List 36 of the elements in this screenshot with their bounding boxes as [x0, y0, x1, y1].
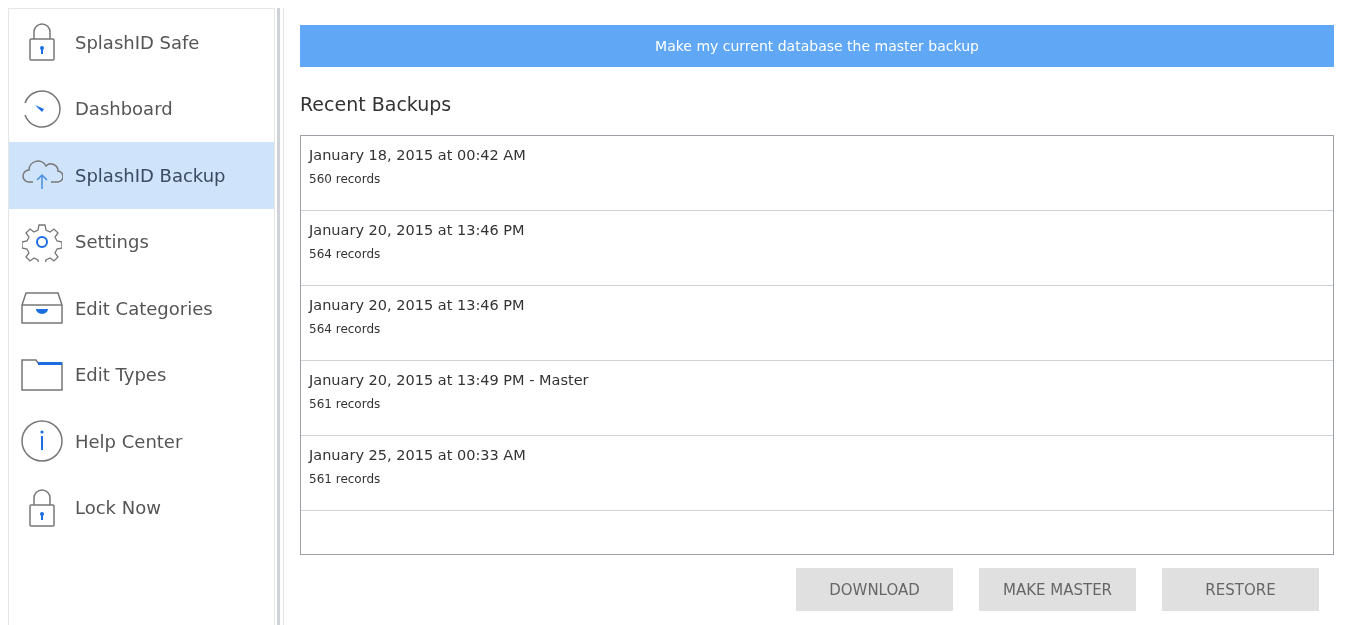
sidebar-item[interactable]: Edit Types [9, 341, 274, 408]
info-icon [20, 419, 64, 464]
panel-splitter[interactable] [277, 8, 284, 625]
action-button[interactable]: MAKE MASTER [979, 568, 1136, 611]
folder-icon [20, 357, 64, 392]
record-count: 564 records [309, 247, 381, 261]
gear-icon [22, 221, 62, 262]
backup-row[interactable]: January 20, 2015 at 13:46 PM 564 records [301, 286, 1333, 361]
record-count: 564 records [309, 322, 381, 336]
backup-date: January 18, 2015 at 00:42 AM [309, 147, 526, 163]
tray-icon [20, 291, 64, 326]
backup-date: January 20, 2015 at 13:46 PM [309, 222, 525, 238]
sidebar-item[interactable]: Settings [9, 208, 274, 275]
backup-row[interactable]: January 18, 2015 at 00:42 AM 560 records [301, 136, 1333, 211]
sidebar-item[interactable]: Help Center [9, 408, 274, 475]
sidebar-item[interactable]: SplashID Backup [9, 142, 274, 209]
action-button[interactable]: RESTORE [1162, 568, 1319, 611]
action-button[interactable]: DOWNLOAD [796, 568, 953, 611]
cloud-upload-icon [21, 160, 63, 191]
section-heading: Recent Backups [300, 93, 453, 115]
sidebar-item[interactable]: Edit Categories [9, 275, 274, 342]
lock-icon [27, 22, 57, 63]
backup-row[interactable]: January 20, 2015 at 13:46 PM 564 records [301, 211, 1333, 286]
backup-date: January 20, 2015 at 13:46 PM [309, 297, 525, 313]
record-count: 560 records [309, 172, 381, 186]
backup-date: January 20, 2015 at 13:49 PM - Master [309, 372, 589, 388]
sidebar-item[interactable]: Lock Now [9, 474, 274, 541]
sidebar-item[interactable]: SplashID Safe [9, 9, 274, 76]
lock-icon [27, 487, 57, 528]
record-count: 561 records [309, 472, 381, 486]
record-count: 561 records [309, 397, 381, 411]
backup-row[interactable]: January 25, 2015 at 00:33 AM 561 records [301, 436, 1333, 511]
gauge-icon [22, 87, 62, 130]
backup-date: January 25, 2015 at 00:33 AM [309, 447, 526, 463]
sidebar-item[interactable]: Dashboard [9, 75, 274, 142]
backup-row[interactable]: January 20, 2015 at 13:49 PM - Master 561 records [301, 361, 1333, 436]
